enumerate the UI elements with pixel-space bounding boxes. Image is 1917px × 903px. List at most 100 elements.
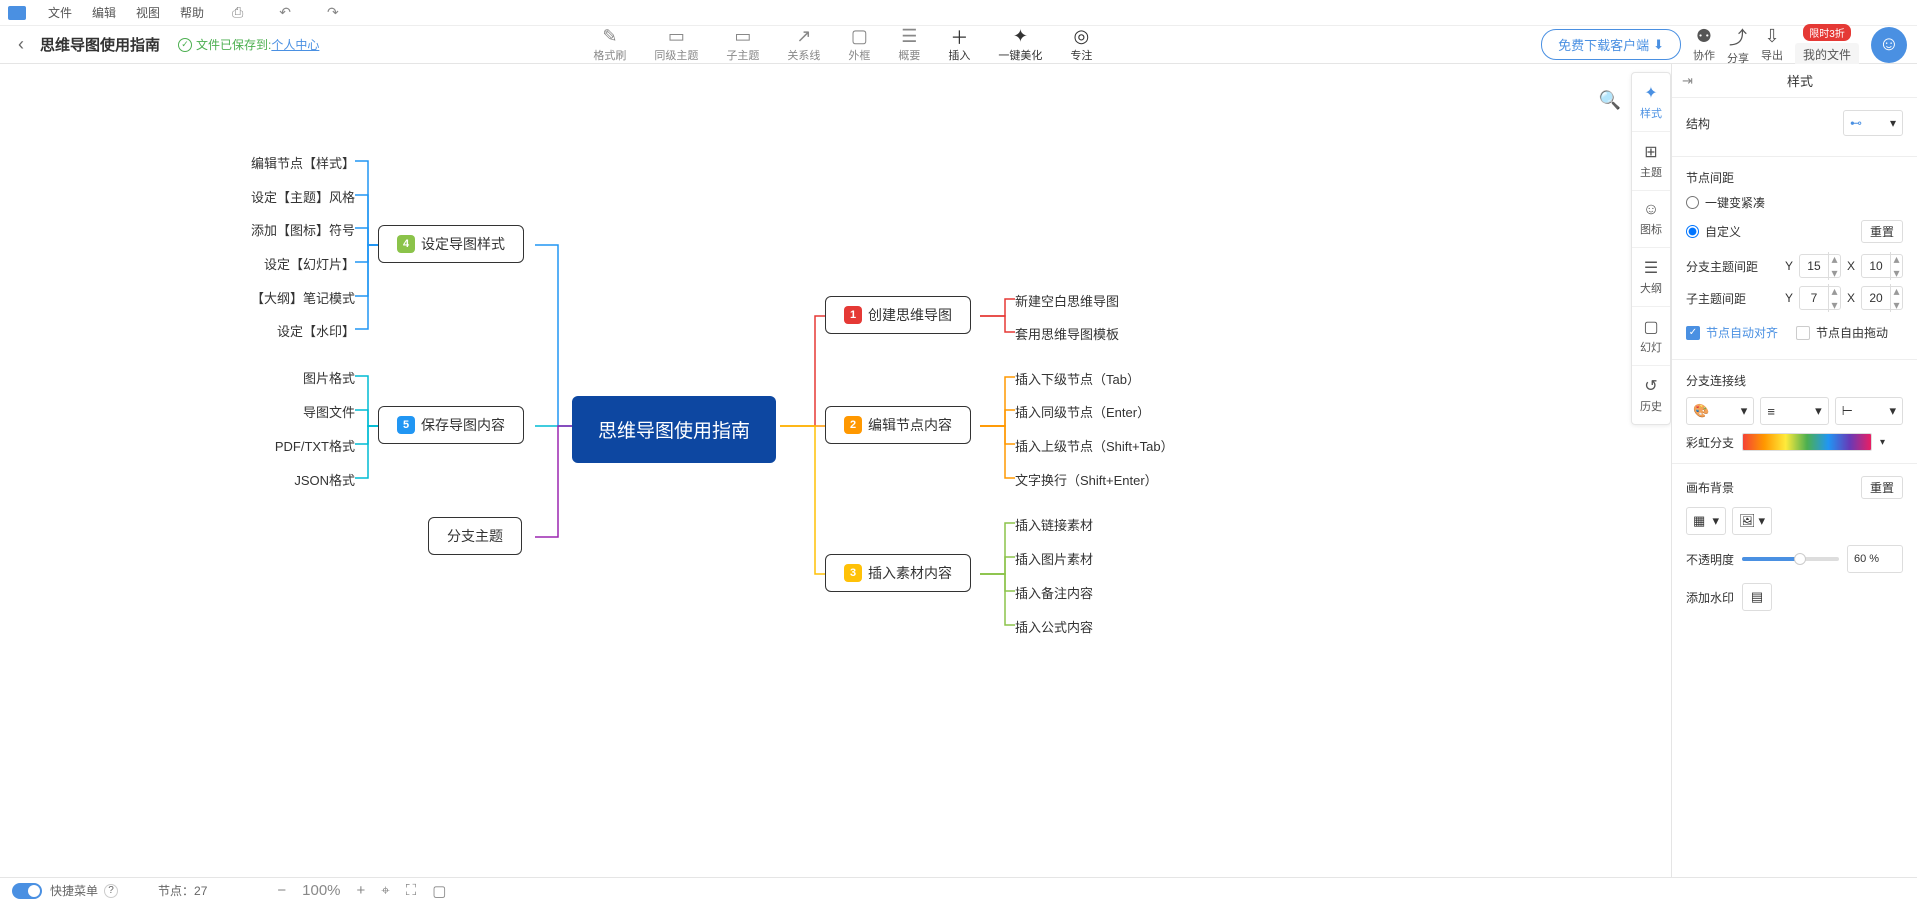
sub-y-input[interactable]: 7▴▾ (1799, 286, 1841, 310)
leaf-insert-sibling[interactable]: 插入同级节点（Enter） (1015, 402, 1150, 421)
back-button[interactable]: ‹ (10, 34, 32, 55)
collab-button[interactable]: ⚉协作 (1693, 26, 1715, 63)
side-tab-style[interactable]: ✦样式 (1632, 73, 1670, 132)
leaf-insert-link[interactable]: 插入链接素材 (1015, 515, 1093, 534)
download-icon: ⬇ (1653, 37, 1664, 53)
mindmap-node-insert-material[interactable]: 3插入素材内容 (825, 554, 971, 592)
tool-insert[interactable]: ＋插入 (934, 27, 984, 63)
present-icon[interactable]: ▢ (432, 882, 446, 900)
leaf-set-theme[interactable]: 设定【主题】风格 (251, 187, 355, 206)
brush-icon: ✎ (602, 27, 617, 47)
zoom-in-button[interactable]: + (357, 882, 366, 899)
tool-summary[interactable]: ☰概要 (884, 27, 934, 63)
mindmap-node-branch[interactable]: 分支主题 (428, 517, 522, 555)
slide-icon: ▢ (1643, 317, 1658, 337)
mindmap-node-create[interactable]: 1创建思维导图 (825, 296, 971, 334)
line-style-select[interactable]: ≡▾ (1760, 397, 1828, 425)
share-button[interactable]: ⤴分享 (1727, 24, 1749, 66)
leaf-insert-note[interactable]: 插入备注内容 (1015, 583, 1093, 602)
branch-y-input[interactable]: 15▴▾ (1799, 254, 1841, 278)
bg-image-select[interactable]: 🖼▾ (1732, 507, 1772, 535)
search-icon[interactable]: 🔍 (1599, 90, 1621, 111)
rainbow-select[interactable] (1742, 433, 1872, 451)
redo-icon[interactable]: ↷ (309, 4, 357, 21)
download-client-button[interactable]: 免费下载客户端⬇ (1541, 29, 1681, 60)
spacing-compact-radio[interactable]: 一键变紧凑 (1686, 194, 1903, 211)
theme-icon: ⊞ (1644, 142, 1657, 162)
leaf-save-file[interactable]: 导图文件 (303, 402, 355, 421)
side-tab-icon[interactable]: ☺图标 (1632, 191, 1670, 248)
save-location-link[interactable]: 个人中心 (271, 36, 319, 53)
sub-x-input[interactable]: 20▴▾ (1861, 286, 1903, 310)
opacity-slider[interactable] (1742, 557, 1839, 561)
spacing-custom-radio[interactable]: 自定义 (1686, 223, 1741, 240)
leaf-create-template[interactable]: 套用思维导图模板 (1015, 324, 1119, 343)
zoom-level[interactable]: 100% (302, 882, 340, 899)
leaf-create-blank[interactable]: 新建空白思维导图 (1015, 291, 1119, 310)
menu-edit[interactable]: 编辑 (82, 4, 126, 21)
structure-select[interactable]: ⊷▾ (1843, 110, 1903, 136)
leaf-add-icon[interactable]: 添加【图标】符号 (251, 220, 355, 239)
leaf-insert-parent[interactable]: 插入上级节点（Shift+Tab） (1015, 436, 1174, 455)
user-icon: ☺ (1879, 33, 1899, 56)
tool-sibling-topic[interactable]: ▭同级主题 (640, 27, 712, 63)
mindmap-node-style[interactable]: 4设定导图样式 (378, 225, 524, 263)
statusbar: 快捷菜单 ? 节点：27 − 100% + ⌖ ⛶ ▢ (0, 877, 1917, 903)
tool-beautify[interactable]: ✦一键美化 (984, 27, 1056, 63)
menu-file[interactable]: 文件 (38, 4, 82, 21)
branch-x-input[interactable]: 10▴▾ (1861, 254, 1903, 278)
tool-format-painter[interactable]: ✎格式刷 (579, 27, 640, 63)
leaf-set-slide[interactable]: 设定【幻灯片】 (264, 254, 355, 273)
canvas-area[interactable]: 思维导图使用指南 1创建思维导图 新建空白思维导图 套用思维导图模板 2编辑节点… (0, 64, 1671, 877)
spacing-reset-button[interactable]: 重置 (1861, 220, 1903, 243)
leaf-insert-child[interactable]: 插入下级节点（Tab） (1015, 369, 1140, 388)
share-icon: ⤴ (1729, 24, 1747, 50)
leaf-set-watermark[interactable]: 设定【水印】 (277, 321, 355, 340)
style-icon: ✦ (1644, 83, 1657, 103)
quick-menu-toggle[interactable] (12, 883, 42, 899)
tool-child-topic[interactable]: ▭子主题 (712, 27, 773, 63)
leaf-save-image[interactable]: 图片格式 (303, 368, 355, 387)
help-icon[interactable]: ? (104, 884, 118, 898)
leaf-save-pdf[interactable]: PDF/TXT格式 (275, 436, 355, 455)
mindmap-node-save[interactable]: 5保存导图内容 (378, 406, 524, 444)
menu-help[interactable]: 帮助 (170, 4, 214, 21)
mindmap-node-edit[interactable]: 2编辑节点内容 (825, 406, 971, 444)
panel-collapse-icon[interactable]: ⇥ (1682, 73, 1693, 89)
menu-view[interactable]: 视图 (126, 4, 170, 21)
side-tab-history[interactable]: ↺历史 (1632, 366, 1670, 424)
leaf-insert-formula[interactable]: 插入公式内容 (1015, 617, 1093, 636)
promo-badge: 限时3折 (1803, 24, 1851, 41)
tool-frame[interactable]: ▢外框 (834, 27, 884, 63)
save-icon[interactable]: ⎙ (214, 4, 261, 21)
bg-reset-button[interactable]: 重置 (1861, 476, 1903, 499)
side-tab-slide[interactable]: ▢幻灯 (1632, 307, 1670, 366)
leaf-outline-mode[interactable]: 【大纲】笔记模式 (251, 288, 355, 307)
mindmap-central-node[interactable]: 思维导图使用指南 (572, 396, 776, 463)
opacity-value[interactable]: 60 % (1847, 545, 1903, 573)
leaf-wrap-text[interactable]: 文字换行（Shift+Enter） (1015, 470, 1158, 489)
line-shape-select[interactable]: ⊢▾ (1835, 397, 1903, 425)
fullscreen-icon[interactable]: ⛶ (406, 882, 417, 899)
undo-icon[interactable]: ↶ (261, 4, 309, 21)
bg-pattern-select[interactable]: ▦▾ (1686, 507, 1726, 535)
locate-icon[interactable]: ⌖ (381, 882, 389, 899)
side-tab-outline[interactable]: ☰大纲 (1632, 248, 1670, 307)
line-color-select[interactable]: 🎨▾ (1686, 397, 1754, 425)
watermark-button[interactable]: ▤ (1742, 583, 1772, 611)
avatar[interactable]: ☺ (1871, 27, 1907, 63)
tool-focus[interactable]: ◎专注 (1056, 27, 1106, 63)
leaf-edit-style[interactable]: 编辑节点【样式】 (251, 153, 355, 172)
zoom-out-button[interactable]: − (277, 882, 286, 899)
leaf-save-json[interactable]: JSON格式 (294, 470, 355, 489)
tool-relation[interactable]: ↗关系线 (773, 27, 834, 63)
rainbow-label: 彩虹分支 (1686, 434, 1734, 451)
sibling-icon: ▭ (668, 27, 685, 47)
leaf-insert-image[interactable]: 插入图片素材 (1015, 549, 1093, 568)
checkbox-off-icon (1796, 326, 1810, 340)
my-files-button[interactable]: 我的文件 (1795, 43, 1859, 66)
free-drag-checkbox[interactable]: 节点自由拖动 (1796, 324, 1888, 341)
export-button[interactable]: ⇩导出 (1761, 26, 1783, 63)
auto-align-checkbox[interactable]: ✓节点自动对齐 (1686, 324, 1778, 341)
side-tab-theme[interactable]: ⊞主题 (1632, 132, 1670, 191)
